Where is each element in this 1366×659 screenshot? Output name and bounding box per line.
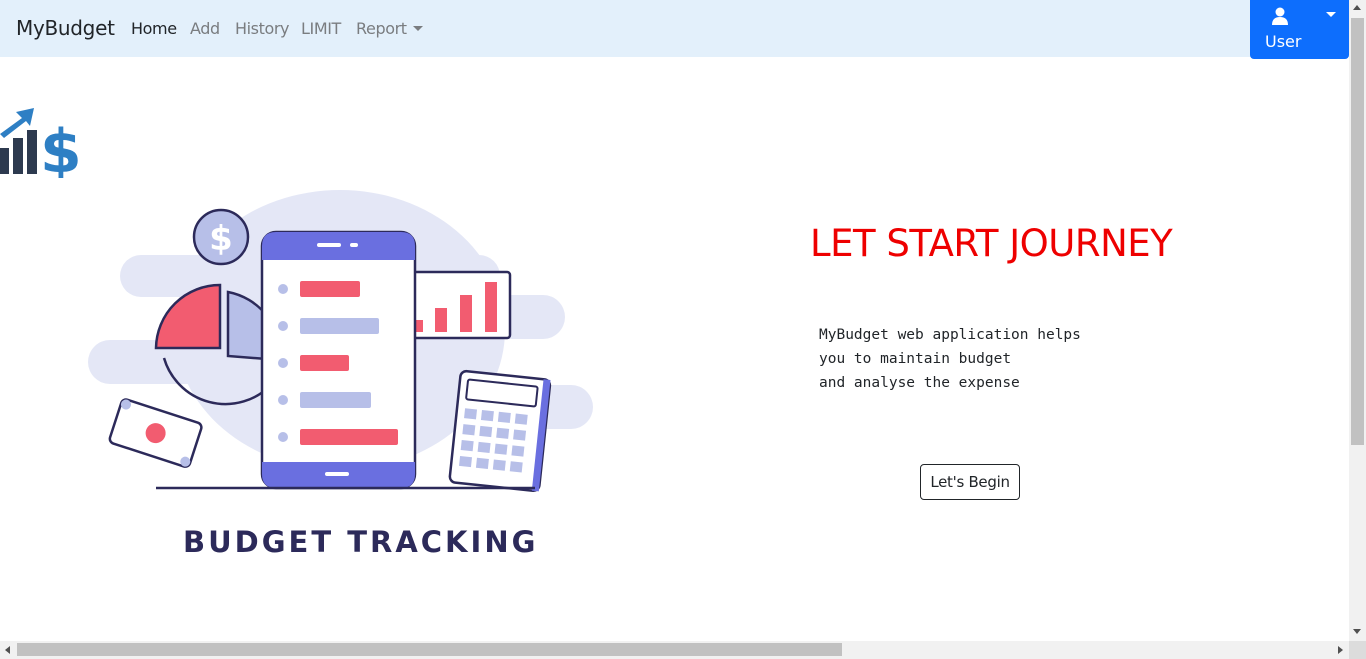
nav-history[interactable]: History xyxy=(235,19,290,38)
nav-home[interactable]: Home xyxy=(131,19,177,38)
description-text: MyBudget web application helps you to ma… xyxy=(819,327,1081,391)
brand-link[interactable]: MyBudget xyxy=(16,16,115,40)
illustration-caption: BUDGET TRACKING xyxy=(183,525,539,559)
top-navbar: MyBudget Home Add History LIMIT Report xyxy=(0,0,1349,57)
budget-logo-icon: $ xyxy=(0,108,80,178)
scroll-up-arrow-icon[interactable] xyxy=(1353,5,1361,10)
scroll-right-arrow-icon[interactable] xyxy=(1338,646,1343,654)
nav-report-label: Report xyxy=(356,19,407,38)
user-icon xyxy=(1272,7,1288,25)
vertical-scroll-thumb[interactable] xyxy=(1351,18,1364,445)
scrollbar-corner xyxy=(1349,641,1366,659)
user-label: User xyxy=(1265,32,1302,51)
chevron-down-icon xyxy=(1326,12,1336,17)
lets-begin-button[interactable]: Let's Begin xyxy=(920,464,1020,500)
svg-text:$: $ xyxy=(209,219,233,259)
user-menu-button[interactable]: User xyxy=(1250,0,1349,59)
chevron-down-icon xyxy=(412,26,423,31)
nav-report-dropdown[interactable]: Report xyxy=(356,19,423,38)
page-headline: LET START JOURNEY xyxy=(810,222,1173,265)
nav-limit[interactable]: LIMIT xyxy=(301,19,341,38)
nav-add[interactable]: Add xyxy=(190,19,220,38)
svg-text:$: $ xyxy=(40,117,80,178)
scroll-left-arrow-icon[interactable] xyxy=(5,646,10,654)
budget-tracking-illustration: $ xyxy=(88,190,593,493)
scroll-down-arrow-icon[interactable] xyxy=(1353,629,1361,634)
horizontal-scroll-thumb[interactable] xyxy=(17,643,842,656)
